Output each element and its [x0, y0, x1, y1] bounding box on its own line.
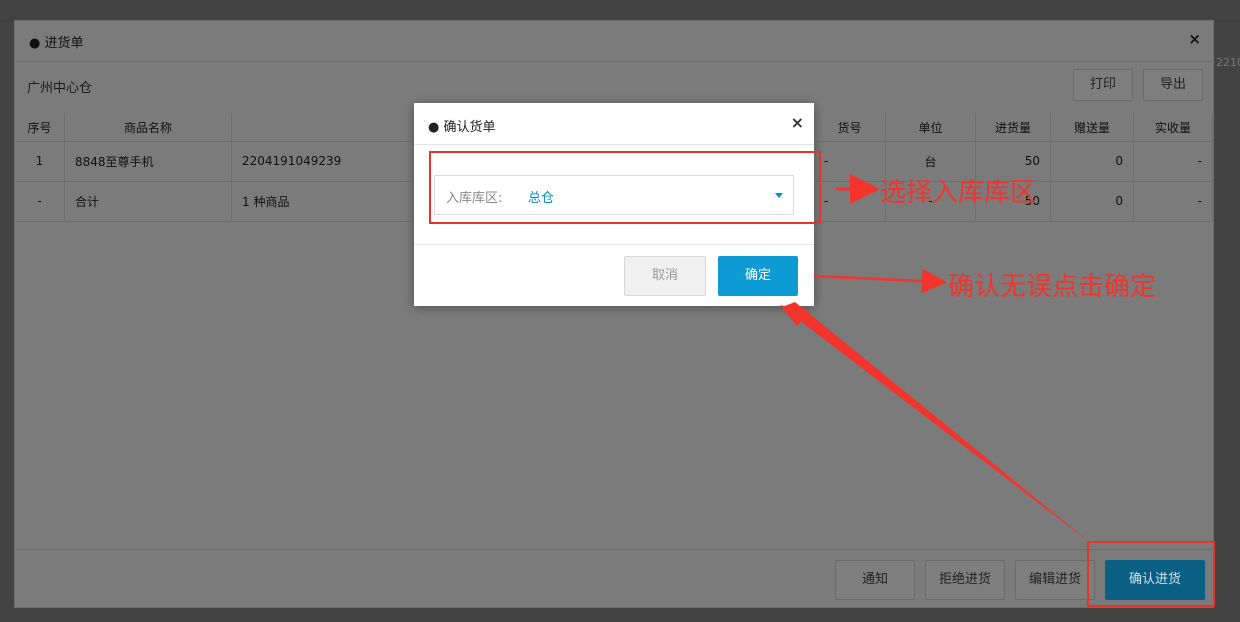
modal-close-icon[interactable]: × — [1188, 30, 1201, 48]
modal-title: ● 进货单 — [29, 36, 84, 51]
table-cell: - — [15, 181, 65, 221]
cancel-button[interactable]: 取消 — [624, 256, 706, 296]
dialog-close-icon[interactable]: × — [791, 113, 804, 132]
ok-button[interactable]: 确定 — [718, 256, 798, 296]
dialog-divider — [414, 244, 814, 245]
background-row — [0, 0, 1240, 21]
warehouse-name: 广州中心仓 — [27, 81, 93, 96]
table-cell: - — [1134, 141, 1213, 181]
edit-purchase-button[interactable]: 编辑进货 — [1015, 560, 1095, 600]
highlight-box-confirm — [1087, 541, 1215, 607]
table-cell: 8848至尊手机 — [65, 141, 232, 181]
background-row-snippet: 2210 — [1216, 56, 1240, 69]
annotation-confirm-ok: 确认无误点击确定 — [948, 272, 1157, 302]
table-cell: 0 — [1051, 181, 1134, 221]
export-button[interactable]: 导出 — [1143, 69, 1203, 101]
table-cell: 0 — [1051, 141, 1134, 181]
column-header: 实收量 — [1134, 113, 1213, 141]
table-cell: 1 — [15, 141, 65, 181]
dialog-title: ● 确认货单 — [428, 120, 496, 135]
table-cell: - — [814, 181, 886, 221]
column-header: 货号 — [814, 113, 886, 141]
table-cell: - — [814, 141, 886, 181]
column-header: 进货量 — [976, 113, 1051, 141]
column-header: 序号 — [15, 113, 65, 141]
highlight-box-zone — [429, 151, 821, 224]
annotation-select-zone: 选择入库库区 — [880, 178, 1037, 208]
table-cell: 合计 — [65, 181, 232, 221]
reject-purchase-button[interactable]: 拒绝进货 — [925, 560, 1005, 600]
print-button[interactable]: 打印 — [1073, 69, 1133, 101]
column-header: 单位 — [886, 113, 976, 141]
notify-button[interactable]: 通知 — [835, 560, 915, 600]
column-header: 赠送量 — [1051, 113, 1134, 141]
dialog-divider — [414, 144, 814, 145]
footer-divider — [15, 549, 1213, 550]
modal-divider — [15, 61, 1213, 62]
table-cell: - — [1134, 181, 1213, 221]
column-header: 商品名称 — [65, 113, 232, 141]
